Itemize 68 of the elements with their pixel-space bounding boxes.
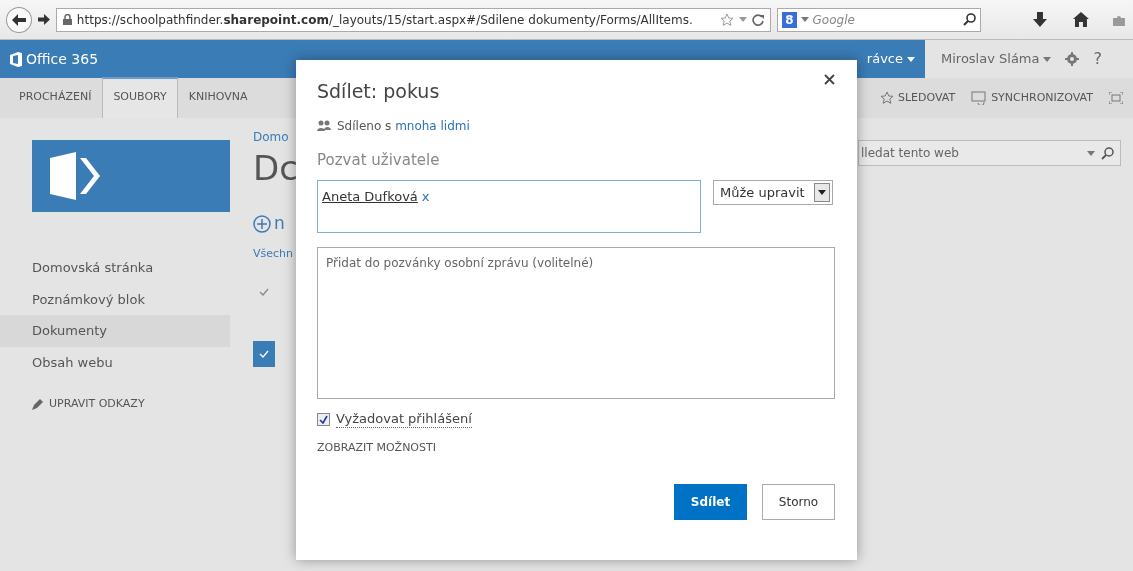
follow-button[interactable]: SLEDOVAT	[879, 89, 956, 107]
show-options-link[interactable]: ZOBRAZIT MOŽNOSTI	[317, 439, 436, 457]
edit-links-button[interactable]: UPRAVIT ODKAZY	[32, 396, 253, 413]
check-icon	[319, 415, 328, 425]
office-logo-icon	[10, 51, 22, 67]
sidebar-link[interactable]: Poznámkový blok	[0, 283, 230, 315]
require-signin-label[interactable]: Vyžadovat přihlášení	[336, 411, 472, 428]
star-icon	[879, 91, 894, 105]
download-icon	[1033, 12, 1048, 27]
brand-name: Office 365	[26, 49, 99, 69]
home-icon	[1073, 12, 1090, 27]
close-icon	[824, 74, 835, 85]
caret-icon	[1043, 56, 1052, 62]
require-signin-checkbox[interactable]	[317, 413, 330, 427]
cancel-button[interactable]: Storno	[762, 483, 835, 520]
star-icon	[720, 12, 735, 27]
help-button[interactable]: ?	[1093, 47, 1102, 71]
ribbon-tab[interactable]: KNIHOVNA	[177, 77, 259, 118]
message-field[interactable]: Přidat do pozvánky osobní zprávu (volitelné)	[317, 247, 835, 400]
forward-arrow-icon[interactable]	[37, 14, 50, 25]
ribbon-tab[interactable]: PROCHÁZENÍ	[8, 77, 103, 118]
sidebar-link[interactable]: Obsah webu	[0, 346, 230, 378]
page-title: Dc	[253, 148, 296, 189]
caret-icon	[818, 190, 826, 196]
sidebar-link[interactable]: Domovská stránka	[0, 252, 230, 284]
view-link[interactable]: Všechn	[253, 246, 296, 263]
plus-circle-icon	[253, 214, 271, 233]
search-engine-badge[interactable]: 8	[782, 11, 797, 28]
caret-icon	[800, 17, 809, 22]
sidebar-link[interactable]: Dokumenty	[0, 315, 230, 347]
sync-button[interactable]: SYNCHRONIZOVAT	[971, 89, 1093, 107]
check-icon	[259, 349, 269, 358]
shared-people-link[interactable]: mnoha lidmi	[395, 118, 470, 133]
site-logo[interactable]	[32, 140, 230, 212]
share-button[interactable]: Sdílet	[674, 483, 747, 520]
people-icon	[317, 120, 331, 132]
back-button[interactable]	[6, 6, 32, 33]
search-placeholder: lledat tento web	[861, 145, 960, 162]
check-icon	[259, 287, 269, 296]
user-menu[interactable]: Miroslav Sláma	[941, 49, 1052, 69]
address-bar[interactable]: https://schoolpathfinder.sharepoint.com/_layouts/15/start.aspx#/Sdilene dokumenty/Forms/AllItems.	[55, 7, 772, 32]
lock-icon	[62, 14, 72, 25]
invitee-name[interactable]: Aneta Dufková	[322, 189, 418, 205]
search-field[interactable]: 8 Google	[777, 7, 982, 32]
shared-with-text: Sdíleno s mnoha lidmi	[337, 117, 470, 135]
row-checkbox[interactable]	[253, 340, 275, 367]
search-icon	[1101, 146, 1114, 160]
admin-menu[interactable]: rávce	[866, 49, 915, 69]
site-search-field[interactable]: lledat tento web	[858, 140, 1121, 166]
new-document-button[interactable]: n	[253, 210, 296, 237]
reload-icon	[752, 13, 765, 26]
invite-people-field[interactable]: Aneta Dufková x	[317, 180, 701, 234]
focus-icon[interactable]	[1109, 92, 1123, 104]
invite-label: Pozvat uživatele	[317, 149, 441, 171]
back-arrow-icon	[11, 13, 26, 26]
search-placeholder: Google	[812, 11, 856, 29]
dialog-title: Sdílet: pokus	[317, 80, 441, 103]
permission-dropdown[interactable]: Může upravit	[713, 180, 833, 206]
caret-icon	[907, 56, 915, 62]
search-icon	[963, 13, 977, 26]
remove-invitee-button[interactable]: x	[421, 189, 430, 205]
url-text: https://schoolpathfinder.sharepoint.com/_layouts/15/start.aspx#/Sdilene dokumenty/Forms/AllItems.	[76, 11, 694, 29]
caret-icon	[1087, 150, 1095, 156]
caret-icon	[739, 17, 748, 22]
breadcrumb-link[interactable]: Domo	[253, 128, 296, 146]
ribbon-tab[interactable]: SOUBORY	[102, 76, 178, 118]
sync-icon	[971, 91, 988, 105]
pencil-icon	[32, 398, 43, 410]
